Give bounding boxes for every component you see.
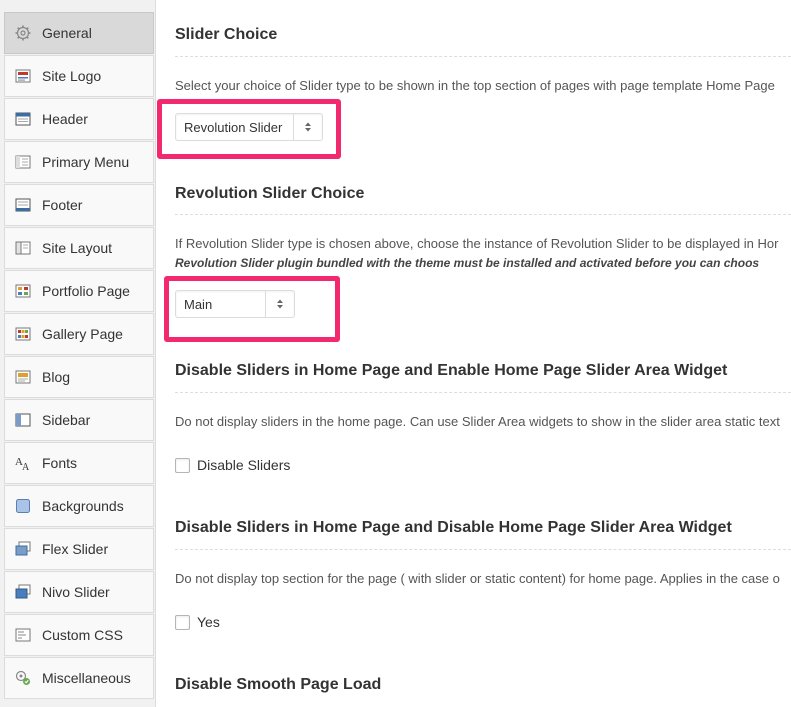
slider-choice-description: Select your choice of Slider type to be …: [175, 78, 775, 93]
sidebar-item-label: Gallery Page: [42, 326, 123, 342]
custom-css-icon: [15, 627, 31, 643]
divider: [175, 214, 791, 215]
sidebar-item-blog[interactable]: Blog: [4, 356, 154, 398]
sidebar-item-label: Primary Menu: [42, 154, 130, 170]
sidebar-item-label: Custom CSS: [42, 627, 123, 643]
options-sidebar: General Site Logo Header Primary Menu Fo…: [0, 0, 156, 707]
sidebar-icon: [15, 412, 31, 428]
layout-icon: [15, 240, 31, 256]
sidebar-item-fonts[interactable]: AA Fonts: [4, 442, 154, 484]
revolution-slider-description: If Revolution Slider type is chosen abov…: [175, 236, 779, 251]
select-arrows-icon: [265, 291, 294, 317]
sidebar-item-label: General: [42, 25, 92, 41]
sidebar-item-label: Site Logo: [42, 68, 102, 84]
options-content: Slider Choice Select your choice of Slid…: [175, 0, 791, 707]
disable-sliders-checkbox[interactable]: [175, 457, 190, 473]
sidebar-item-header[interactable]: Header: [4, 98, 154, 140]
slider-choice-heading: Slider Choice: [175, 26, 278, 43]
revolution-slider-note: Revolution Slider plugin bundled with th…: [175, 256, 760, 270]
nivo-slider-icon: [15, 584, 31, 600]
slider-choice-value: Revolution Slider: [184, 119, 283, 135]
sidebar-item-label: Nivo Slider: [42, 584, 110, 600]
portfolio-icon: [15, 283, 31, 299]
gear-icon: [15, 25, 31, 41]
sidebar-item-gallery-page[interactable]: Gallery Page: [4, 313, 154, 355]
header-icon: [15, 111, 31, 127]
disable-sliders-disable-widget-heading: Disable Sliders in Home Page and Disable…: [175, 519, 732, 536]
gallery-icon: [15, 326, 31, 342]
sidebar-item-flex-slider[interactable]: Flex Slider: [4, 528, 154, 570]
disable-sliders-label: Disable Sliders: [197, 457, 291, 473]
disable-sliders-enable-widget-description: Do not display sliders in the home page.…: [175, 414, 780, 429]
revolution-slider-select[interactable]: Main: [175, 290, 295, 318]
sidebar-item-label: Blog: [42, 369, 71, 385]
miscellaneous-icon: [15, 670, 31, 686]
footer-icon: [15, 197, 31, 213]
sidebar-item-label: Backgrounds: [42, 498, 124, 514]
sidebar-item-site-layout[interactable]: Site Layout: [4, 227, 154, 269]
select-arrows-icon: [293, 114, 322, 140]
divider: [175, 56, 791, 57]
sidebar-item-label: Miscellaneous: [42, 670, 131, 686]
revolution-slider-value: Main: [184, 296, 213, 312]
sidebar-item-miscellaneous[interactable]: Miscellaneous: [4, 657, 154, 699]
yes-checkbox[interactable]: [175, 614, 190, 630]
sidebar-item-sidebar[interactable]: Sidebar: [4, 399, 154, 441]
svg-text:A: A: [22, 462, 30, 471]
yes-label: Yes: [197, 614, 220, 630]
disable-smooth-load-heading: Disable Smooth Page Load: [175, 676, 382, 693]
sidebar-item-label: Sidebar: [42, 412, 91, 428]
divider: [175, 392, 791, 393]
disable-sliders-checkbox-row[interactable]: Disable Sliders: [175, 457, 290, 473]
sidebar-item-primary-menu[interactable]: Primary Menu: [4, 141, 154, 183]
menu-icon: [15, 154, 31, 170]
sidebar-item-footer[interactable]: Footer: [4, 184, 154, 226]
disable-sliders-enable-widget-heading: Disable Sliders in Home Page and Enable …: [175, 362, 728, 379]
yes-checkbox-row[interactable]: Yes: [175, 614, 220, 630]
sidebar-item-label: Footer: [42, 197, 83, 213]
sidebar-item-custom-css[interactable]: Custom CSS: [4, 614, 154, 656]
disable-sliders-disable-widget-description: Do not display top section for the page …: [175, 571, 780, 586]
sidebar-item-label: Flex Slider: [42, 541, 109, 557]
slider-choice-select[interactable]: Revolution Slider: [175, 113, 323, 141]
revolution-slider-choice-heading: Revolution Slider Choice: [175, 185, 365, 202]
sidebar-item-label: Site Layout: [42, 240, 113, 256]
backgrounds-icon: [15, 498, 31, 514]
divider: [175, 549, 791, 550]
sidebar-item-nivo-slider[interactable]: Nivo Slider: [4, 571, 154, 613]
sidebar-item-label: Fonts: [42, 455, 78, 471]
sidebar-item-label: Header: [42, 111, 88, 127]
logo-icon: [15, 68, 31, 84]
sidebar-item-label: Portfolio Page: [42, 283, 130, 299]
blog-icon: [15, 369, 31, 385]
flex-slider-icon: [15, 541, 31, 557]
sidebar-item-general[interactable]: General: [4, 12, 154, 54]
sidebar-item-backgrounds[interactable]: Backgrounds: [4, 485, 154, 527]
fonts-icon: AA: [15, 455, 31, 471]
sidebar-item-site-logo[interactable]: Site Logo: [4, 55, 154, 97]
sidebar-item-portfolio-page[interactable]: Portfolio Page: [4, 270, 154, 312]
